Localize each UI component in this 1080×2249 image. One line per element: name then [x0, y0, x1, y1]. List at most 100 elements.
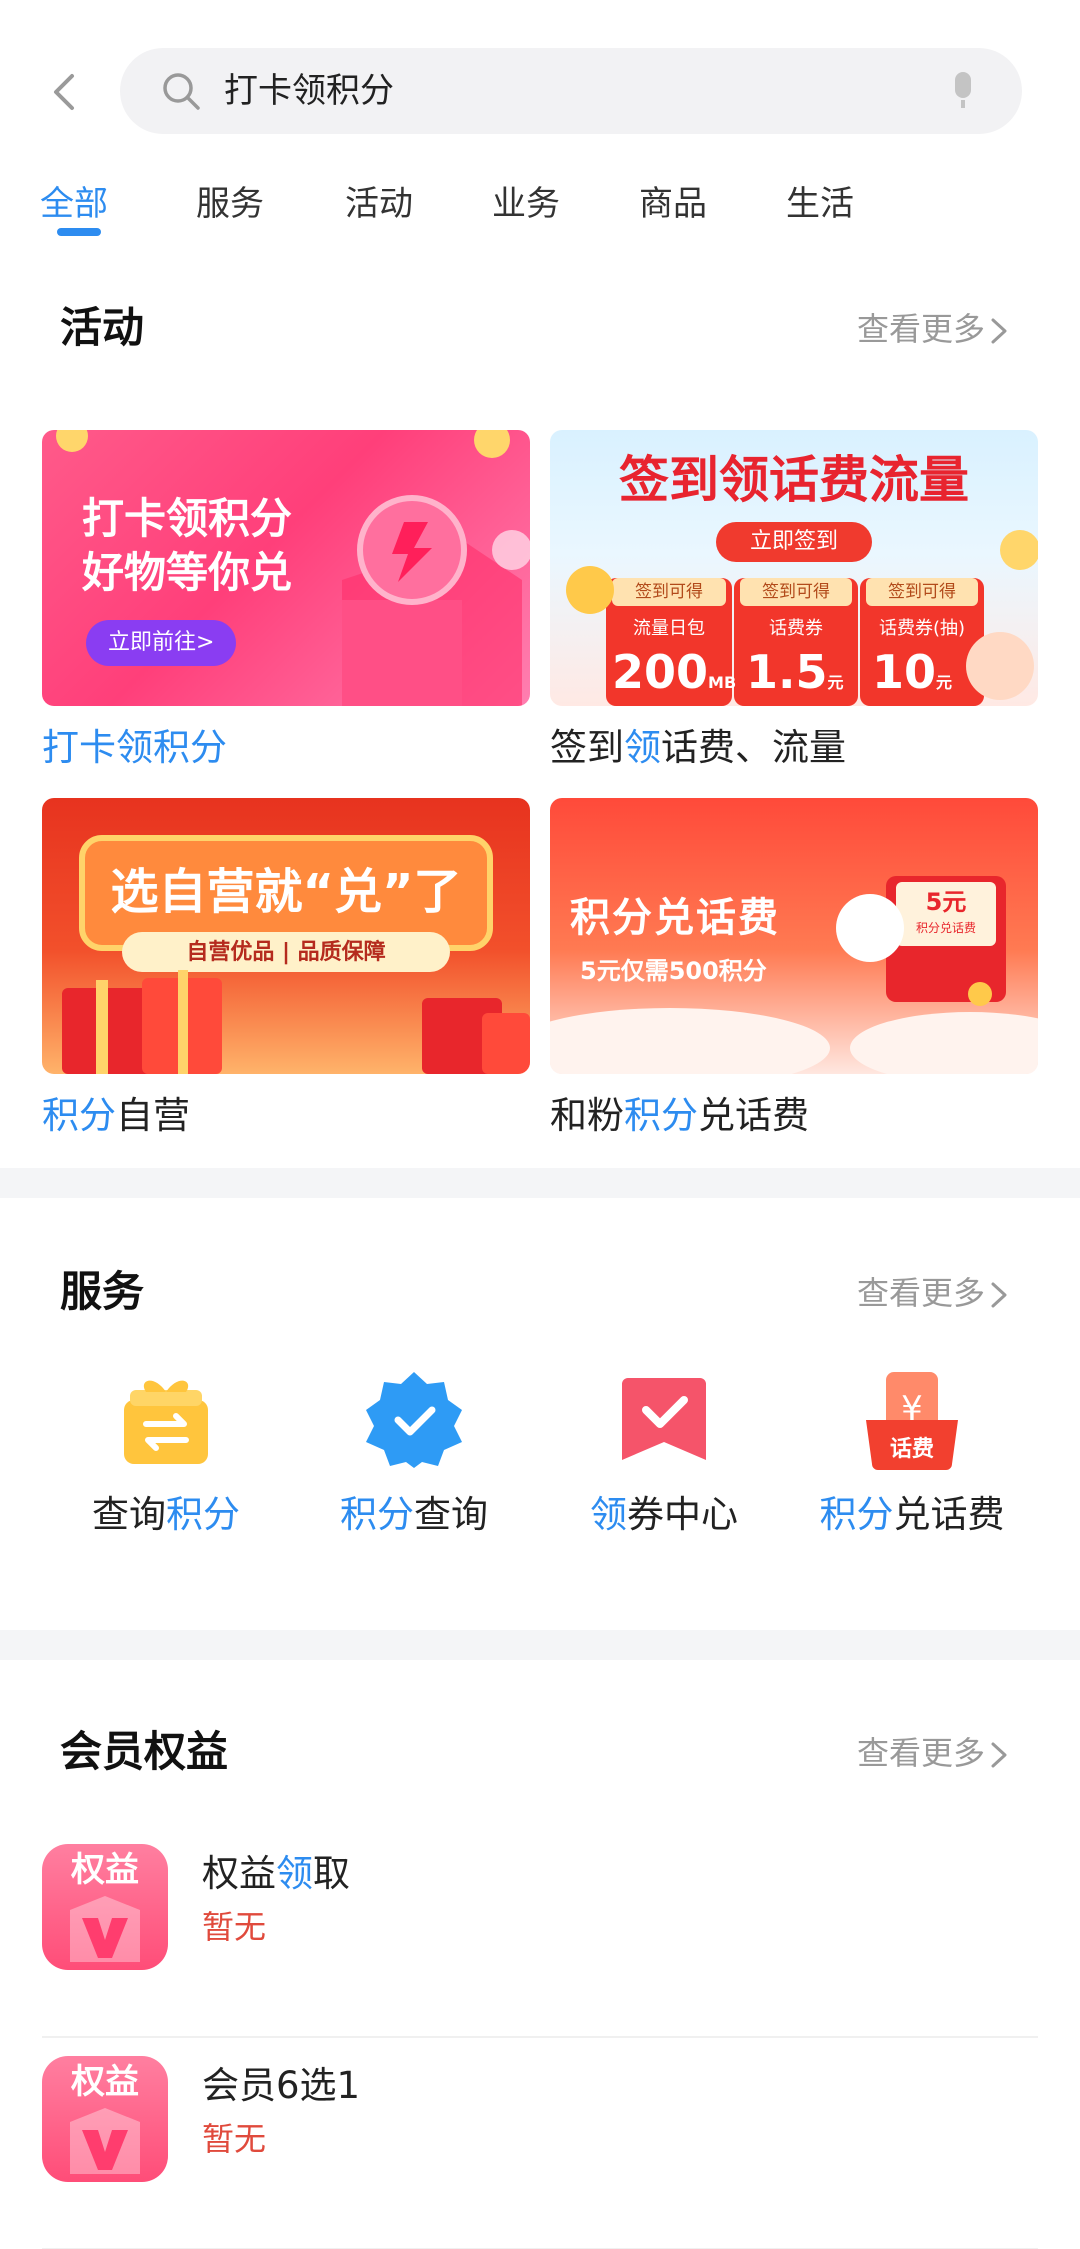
- caption-text: 兑话费: [698, 1094, 809, 1137]
- search-header: 打卡领积分: [0, 0, 1080, 170]
- section-divider: [0, 1168, 1080, 1198]
- activity-section-title: 活动: [60, 303, 145, 352]
- microphone-icon[interactable]: [948, 70, 978, 112]
- tab-life[interactable]: 生活: [786, 176, 854, 232]
- more-label: 查看更多: [857, 1734, 986, 1772]
- coupon-value: 5元: [925, 888, 967, 916]
- benefit-status: 暂无: [202, 1908, 267, 1946]
- chevron-right-icon: [991, 318, 1007, 344]
- activity-card-signin-bill-data[interactable]: 签到领话费流量 立即签到 签到可得 签到可得 签到可得 流量日包 话费券 话费券…: [550, 430, 1038, 774]
- banner-line1: 打卡领积分: [82, 494, 293, 543]
- benefit-status: 暂无: [202, 2120, 267, 2158]
- value-unit: 元: [827, 673, 844, 692]
- tab-services[interactable]: 服务: [196, 176, 264, 232]
- coupon-label: 积分兑话费: [915, 921, 976, 935]
- caption-text: 自营: [116, 1094, 190, 1137]
- activity-banner: 积分兑话费 5元仅需500积分 5元 积分兑话费: [550, 798, 1038, 1074]
- activity-card-caption: 打卡领积分: [42, 722, 530, 774]
- members-more-link[interactable]: 查看更多: [857, 1728, 1009, 1778]
- title-text: 取: [313, 1852, 350, 1895]
- caption-text: 和粉: [550, 1094, 624, 1137]
- search-bar[interactable]: 打卡领积分: [120, 48, 1022, 134]
- active-tab-indicator: [57, 228, 101, 236]
- activity-card-points-to-bill[interactable]: 积分兑话费 5元仅需500积分 5元 积分兑话费 和粉 积分兑话费: [550, 798, 1038, 1142]
- service-label: 领券中心: [544, 1488, 784, 1542]
- label-text: 查询: [92, 1493, 166, 1536]
- caption-text: 签到: [550, 726, 624, 769]
- services-more-link[interactable]: 查看更多: [857, 1268, 1009, 1318]
- benefit-tag: 签到可得: [762, 582, 830, 602]
- member-benefit-row[interactable]: 权益 权益领取 暂无: [42, 1826, 1038, 2038]
- category-tabs: 全部 服务 活动 业务 商品 生活: [0, 170, 1080, 260]
- label-text: 兑话费: [893, 1493, 1005, 1536]
- section-divider: [0, 1630, 1080, 1660]
- benefit-name: 流量日包: [633, 618, 705, 639]
- service-query-points[interactable]: 查询积分: [46, 1370, 286, 1542]
- title-highlight: 领: [276, 1852, 313, 1895]
- banner-button: 立即前往>: [86, 620, 237, 666]
- benefit-app-icon: 权益: [42, 2056, 168, 2182]
- activity-card-points-store[interactable]: 选自营就“兑”了 自营优品 | 品质保障 积分自营: [42, 798, 530, 1142]
- benefit-value: 10元: [872, 644, 952, 706]
- tab-business[interactable]: 业务: [492, 176, 560, 232]
- member-benefit-row[interactable]: 权益 会员6选1 暂无: [42, 2038, 1038, 2249]
- search-icon: [163, 73, 200, 110]
- service-points-query[interactable]: 积分查询: [294, 1370, 534, 1542]
- label-highlight: 积分: [819, 1493, 894, 1536]
- benefit-app-icon: 权益: [42, 1844, 168, 1970]
- chevron-left-icon: [54, 74, 74, 110]
- value-number: 10: [872, 645, 937, 699]
- back-button[interactable]: [44, 62, 84, 122]
- caption-text: 话费、流量: [661, 726, 846, 769]
- banner-decor: [62, 835, 530, 1074]
- label-highlight: 领: [590, 1493, 627, 1536]
- banner-sub: 自营优品 | 品质保障: [186, 940, 386, 965]
- label-highlight: 积分: [166, 1493, 240, 1536]
- banner-headline: 积分兑话费: [570, 895, 780, 941]
- activity-card-checkin-points[interactable]: 打卡领积分 好物等你兑 立即前往> 打卡领积分: [42, 430, 530, 774]
- svg-text:话费: 话费: [890, 1437, 934, 1462]
- chevron-right-icon: [991, 1742, 1007, 1768]
- v-logo-icon: [70, 2108, 140, 2174]
- label-text: 券中心: [627, 1493, 738, 1536]
- benefit-value: 200MB: [612, 644, 736, 706]
- caption-highlight: 领: [624, 726, 661, 769]
- caption-highlight: 积分: [42, 1094, 116, 1137]
- benefit-tag: 签到可得: [888, 582, 956, 602]
- activity-banner: 签到领话费流量 立即签到 签到可得 签到可得 签到可得 流量日包 话费券 话费券…: [550, 430, 1038, 706]
- tab-products[interactable]: 商品: [639, 176, 707, 232]
- chevron-right-icon: [991, 1282, 1007, 1308]
- search-input[interactable]: 打卡领积分: [224, 68, 394, 114]
- benefit-name: 话费券: [769, 618, 823, 639]
- activity-card-caption: 积分自营: [42, 1090, 530, 1142]
- benefit-title: 权益领取: [202, 1848, 350, 1900]
- value-number: 1.5: [746, 645, 828, 699]
- activity-card-caption: 签到领话费、流量: [550, 722, 1038, 774]
- service-coupon-center[interactable]: 领券中心: [544, 1370, 784, 1542]
- more-label: 查看更多: [857, 1274, 986, 1312]
- activity-banner: 选自营就“兑”了 自营优品 | 品质保障: [42, 798, 530, 1074]
- service-points-to-bill[interactable]: ¥ 话费 积分兑话费: [792, 1370, 1032, 1542]
- benefit-tag: 签到可得: [635, 582, 703, 602]
- verified-badge-icon: [364, 1370, 464, 1470]
- benefit-value: 1.5元: [746, 644, 844, 706]
- activity-banner: 打卡领积分 好物等你兑 立即前往>: [42, 430, 530, 706]
- label-highlight: 积分: [340, 1493, 414, 1536]
- caption-highlight: 打卡领积分: [42, 726, 227, 769]
- value-unit: 元: [936, 673, 953, 692]
- banner-headline: 选自营就“兑”了: [110, 864, 462, 920]
- tab-all[interactable]: 全部: [40, 176, 108, 232]
- activity-more-link[interactable]: 查看更多: [857, 304, 1009, 354]
- benefit-title: 会员6选1: [202, 2060, 360, 2112]
- title-text: 会员6选1: [202, 2064, 361, 2107]
- more-label: 查看更多: [857, 310, 986, 348]
- banner-line2: 好物等你兑: [82, 548, 293, 597]
- tab-activities[interactable]: 活动: [345, 176, 413, 232]
- v-logo-icon: [70, 1896, 140, 1962]
- services-section-title: 服务: [60, 1267, 145, 1316]
- gift-exchange-icon: [116, 1370, 216, 1470]
- banner-sub: 5元仅需500积分: [580, 957, 767, 985]
- service-label: 积分查询: [294, 1488, 534, 1542]
- members-section-title: 会员权益: [60, 1727, 229, 1776]
- value-number: 200: [612, 645, 709, 699]
